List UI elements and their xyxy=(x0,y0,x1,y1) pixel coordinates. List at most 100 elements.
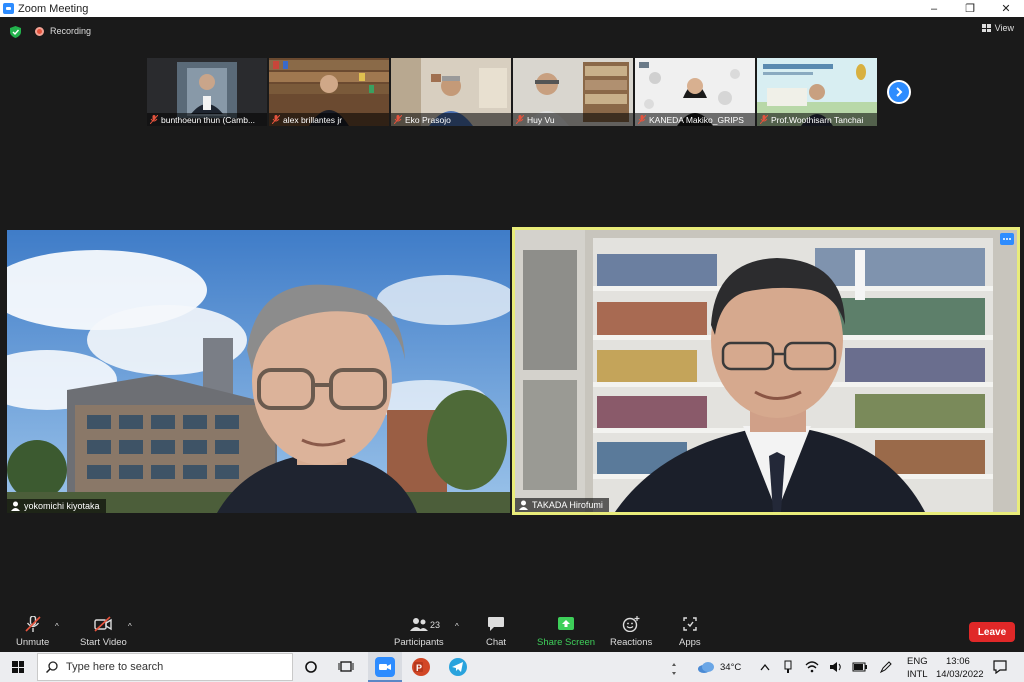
muted-mic-icon xyxy=(272,115,280,124)
meeting-info-bar: Recording View xyxy=(0,17,1024,47)
muted-mic-icon xyxy=(516,115,524,124)
recording-label: Recording xyxy=(50,26,92,36)
shield-icon[interactable] xyxy=(10,26,21,38)
emoji-icon xyxy=(622,616,640,632)
thumbnail-nameplate: Huy Vu xyxy=(513,113,633,126)
zoom-app-icon xyxy=(375,657,395,677)
window-titlebar: Zoom Meeting – ❐ ✕ xyxy=(0,0,1024,17)
start-video-label: Start Video xyxy=(80,637,127,648)
participants-label: Participants xyxy=(394,637,444,648)
participants-options-caret[interactable]: ^ xyxy=(455,622,459,631)
chat-button[interactable]: Chat xyxy=(486,616,506,648)
participants-icon xyxy=(409,618,428,631)
muted-mic-icon xyxy=(150,115,158,124)
muted-mic-icon xyxy=(25,616,41,632)
participant-name: Eko Prasojo xyxy=(405,114,451,125)
notifications-button[interactable] xyxy=(990,657,1010,677)
language-layout[interactable]: INTL xyxy=(907,669,928,680)
wifi-icon xyxy=(805,661,819,673)
language-code[interactable]: ENG xyxy=(907,656,928,667)
participant-thumbnail[interactable]: Prof.Woothisarn Tanchai xyxy=(757,58,877,126)
participant-thumbnail[interactable]: Huy Vu xyxy=(513,58,633,126)
volume-button[interactable] xyxy=(826,657,846,677)
window-title: Zoom Meeting xyxy=(18,2,89,15)
minimize-button[interactable]: – xyxy=(916,0,952,17)
tray-scroll-button[interactable] xyxy=(669,659,679,679)
view-button[interactable]: View xyxy=(981,23,1014,33)
clock-date[interactable]: 14/03/2022 xyxy=(936,669,984,680)
show-hidden-icons-button[interactable] xyxy=(755,657,775,677)
participant-name: TAKADA Hirofumi xyxy=(532,500,603,510)
more-options-button[interactable] xyxy=(1000,233,1014,245)
next-page-button[interactable] xyxy=(887,80,911,104)
start-video-button[interactable]: Start Video xyxy=(80,616,127,648)
zoom-taskbar-button[interactable] xyxy=(375,657,395,677)
unmute-button[interactable]: Unmute xyxy=(16,616,49,648)
weather-widget[interactable] xyxy=(696,657,716,677)
apps-button[interactable]: Apps xyxy=(679,616,701,648)
video-tile-left[interactable]: yokomichi kiyotaka xyxy=(7,230,510,513)
pen-button[interactable] xyxy=(876,657,896,677)
telegram-taskbar-button[interactable] xyxy=(448,657,468,677)
video-options-caret[interactable]: ^ xyxy=(128,622,132,631)
apps-icon xyxy=(683,617,697,631)
recording-indicator-icon xyxy=(35,27,44,36)
cloud-icon xyxy=(698,662,714,673)
notification-icon xyxy=(993,660,1007,674)
chevron-up-icon xyxy=(760,663,770,671)
windows-logo-icon xyxy=(12,661,24,673)
participant-name: bunthoeun thun (Camb... xyxy=(161,114,256,125)
share-screen-label: Share Screen xyxy=(537,637,596,648)
windows-taskbar: P 34°C ENG INTL 13:06 14/03/2022 xyxy=(0,652,1024,682)
taskbar-search-box[interactable] xyxy=(37,653,293,681)
share-screen-icon xyxy=(558,617,575,630)
tray-app-button[interactable] xyxy=(778,657,798,677)
share-screen-button[interactable]: Share Screen xyxy=(537,616,595,648)
powerpoint-icon: P xyxy=(412,658,430,676)
tile-nameplate: yokomichi kiyotaka xyxy=(7,499,106,513)
participant-thumbnail[interactable]: Eko Prasojo xyxy=(391,58,511,126)
participant-name: alex brillantes jr xyxy=(283,114,343,125)
close-button[interactable]: ✕ xyxy=(988,0,1024,17)
start-button[interactable] xyxy=(0,652,36,682)
telegram-icon xyxy=(449,658,467,676)
audio-options-caret[interactable]: ^ xyxy=(55,622,59,631)
restore-button[interactable]: ❐ xyxy=(952,0,988,17)
grid-view-icon xyxy=(981,24,991,32)
participant-name: KANEDA Makiko_GRIPS xyxy=(649,114,744,125)
leave-button[interactable]: Leave xyxy=(969,622,1015,642)
battery-button[interactable] xyxy=(850,657,870,677)
search-input[interactable] xyxy=(66,661,286,673)
chat-label: Chat xyxy=(486,637,507,648)
participant-thumbnail[interactable]: alex brillantes jr xyxy=(269,58,389,126)
weather-temperature: 34°C xyxy=(720,662,742,673)
participant-thumbnail[interactable]: KANEDA Makiko_GRIPS xyxy=(635,58,755,126)
participant-thumbnail[interactable]: bunthoeun thun (Camb... xyxy=(147,58,267,126)
task-view-icon xyxy=(338,661,354,672)
window-controls: – ❐ ✕ xyxy=(916,0,1024,17)
task-view-icon-button[interactable] xyxy=(336,657,356,677)
participant-name: Prof.Woothisarn Tanchai xyxy=(771,114,864,125)
thumbnail-nameplate: KANEDA Makiko_GRIPS xyxy=(635,113,755,126)
svg-text:P: P xyxy=(416,663,422,673)
search-icon xyxy=(46,661,58,673)
thumbnail-nameplate: alex brillantes jr xyxy=(269,113,389,126)
tile-nameplate: TAKADA Hirofumi xyxy=(515,498,609,512)
participant-filmstrip: bunthoeun thun (Camb... alex brillantes … xyxy=(147,58,877,126)
reactions-button[interactable]: Reactions xyxy=(610,616,652,648)
unmute-label: Unmute xyxy=(16,637,50,648)
view-label: View xyxy=(994,23,1014,33)
thumbnail-nameplate: Eko Prasojo xyxy=(391,113,511,126)
task-view-button[interactable] xyxy=(301,657,321,677)
thumbnail-nameplate: bunthoeun thun (Camb... xyxy=(147,113,267,126)
cortana-circle-icon xyxy=(305,661,317,673)
muted-mic-icon xyxy=(394,115,402,124)
participant-name: yokomichi kiyotaka xyxy=(24,501,100,511)
usb-icon xyxy=(784,660,792,673)
video-tile-active-speaker[interactable]: TAKADA Hirofumi xyxy=(512,227,1020,515)
pen-icon xyxy=(879,661,892,674)
network-button[interactable] xyxy=(802,657,822,677)
person-icon xyxy=(519,500,528,510)
clock-time[interactable]: 13:06 xyxy=(946,656,970,667)
powerpoint-taskbar-button[interactable]: P xyxy=(411,657,431,677)
